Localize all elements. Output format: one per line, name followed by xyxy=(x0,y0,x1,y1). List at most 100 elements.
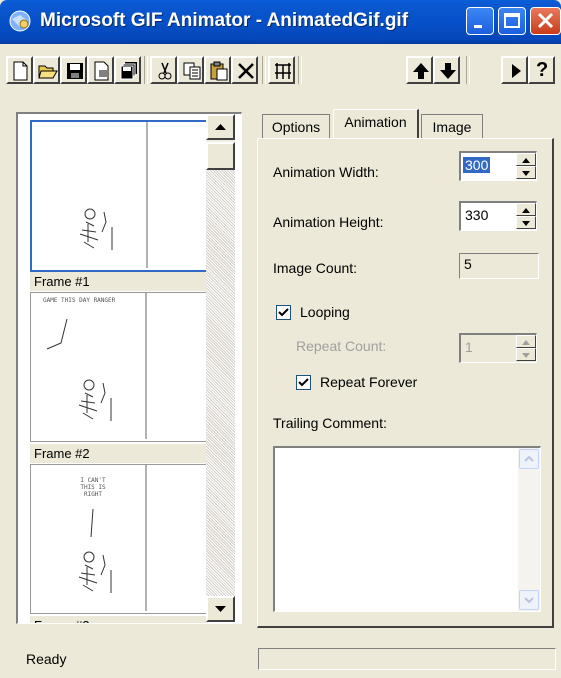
comment-scroll-up[interactable] xyxy=(519,449,539,469)
move-down-icon xyxy=(440,63,456,79)
paste-icon xyxy=(210,61,228,81)
trailing-comment-label: Trailing Comment: xyxy=(273,415,387,431)
tab-animation[interactable]: Animation xyxy=(333,109,419,138)
new-button[interactable] xyxy=(6,56,33,84)
toolbar: ? xyxy=(0,46,561,106)
insert-button[interactable] xyxy=(87,56,114,84)
scroll-down-button[interactable] xyxy=(206,596,235,622)
frame-banner-text: GAME THIS DAY RANGER xyxy=(43,297,116,304)
toolbar-separator xyxy=(298,56,302,84)
frame-label: Frame #1 xyxy=(30,272,208,291)
title-bar[interactable]: Microsoft GIF Animator - AnimatedGif.gif xyxy=(0,0,561,44)
looping-checkbox[interactable] xyxy=(276,305,291,320)
minimize-button[interactable] xyxy=(466,7,494,35)
animation-width-label: Animation Width: xyxy=(273,164,379,180)
cut-button[interactable] xyxy=(150,56,177,84)
toolbar-separator xyxy=(262,56,266,84)
maximize-icon xyxy=(504,13,520,28)
status-pane xyxy=(258,648,556,670)
scroll-thumb[interactable] xyxy=(206,142,235,170)
width-spin-arrows[interactable] xyxy=(516,153,536,179)
copy-button[interactable] xyxy=(177,56,204,84)
looping-label: Looping xyxy=(300,304,350,320)
move-down-button[interactable] xyxy=(433,56,460,84)
spin-up-icon xyxy=(522,158,530,163)
animation-height-value[interactable]: 330 xyxy=(463,207,490,223)
width-spin-down[interactable] xyxy=(516,166,536,179)
select-all-icon xyxy=(275,63,291,79)
save-icon xyxy=(67,63,83,79)
help-button[interactable]: ? xyxy=(528,56,555,84)
select-all-button[interactable] xyxy=(268,56,295,84)
spin-up-icon xyxy=(522,340,530,345)
height-spin-up[interactable] xyxy=(516,203,536,216)
frame-label: Frame #2 xyxy=(30,444,208,463)
tab-image[interactable]: Image xyxy=(421,114,483,138)
delete-button[interactable] xyxy=(231,56,258,84)
open-button[interactable] xyxy=(33,56,60,84)
paste-button[interactable] xyxy=(204,56,231,84)
copy-icon xyxy=(183,62,201,80)
repeat-forever-checkbox[interactable] xyxy=(296,375,311,390)
scroll-up-button[interactable] xyxy=(206,114,235,140)
stick-figure-icon xyxy=(46,293,147,439)
frame-thumbnail: I CAN'T THIS IS RIGHT xyxy=(30,464,210,614)
comment-scrollbar[interactable] xyxy=(518,448,540,611)
width-spin-up[interactable] xyxy=(516,153,536,166)
repeat-count-value: 1 xyxy=(465,339,473,355)
cut-icon xyxy=(158,62,172,80)
arrow-up-icon xyxy=(215,124,226,130)
move-up-button[interactable] xyxy=(406,56,433,84)
repeat-spin-down xyxy=(516,348,536,361)
height-spin-arrows[interactable] xyxy=(516,203,536,229)
checkmark-icon xyxy=(298,378,309,387)
repeat-count-stepper: 1 xyxy=(459,333,537,363)
trailing-comment-input[interactable] xyxy=(273,446,541,612)
animation-width-value[interactable]: 300 xyxy=(463,157,491,173)
preview-button[interactable] xyxy=(501,56,528,84)
insert-icon xyxy=(94,61,109,81)
animation-height-stepper[interactable]: 330 xyxy=(459,201,537,231)
spin-up-icon xyxy=(522,208,530,213)
image-count-label: Image Count: xyxy=(273,260,358,276)
animation-panel: Animation Width: 300 Animation Height: 3… xyxy=(257,138,554,628)
scroll-track[interactable] xyxy=(206,170,235,598)
image-count-value: 5 xyxy=(459,253,539,279)
spin-down-icon xyxy=(522,171,530,176)
maximize-button[interactable] xyxy=(498,7,526,35)
open-icon xyxy=(38,65,58,79)
arrow-down-icon xyxy=(524,597,534,604)
save-as-icon xyxy=(120,62,137,80)
new-icon xyxy=(13,61,28,81)
height-spin-down[interactable] xyxy=(516,216,536,229)
repeat-count-label: Repeat Count: xyxy=(296,338,387,354)
repeat-spin-arrows xyxy=(516,335,536,361)
spin-down-icon xyxy=(522,221,530,226)
toolbar-separator xyxy=(144,56,148,84)
help-icon: ? xyxy=(536,59,549,81)
arrow-up-icon xyxy=(524,455,534,462)
spin-down-icon xyxy=(522,353,530,358)
animation-height-label: Animation Height: xyxy=(273,214,384,230)
frame-list-scrollbar[interactable] xyxy=(206,114,235,622)
close-button[interactable] xyxy=(530,7,561,35)
app-window: Microsoft GIF Animator - AnimatedGif.gif xyxy=(0,0,561,678)
arrow-down-icon xyxy=(215,606,226,612)
save-button[interactable] xyxy=(60,56,87,84)
status-bar: Ready xyxy=(0,642,561,678)
repeat-spin-up xyxy=(516,335,536,348)
toolbar-separator xyxy=(466,56,470,84)
animation-width-stepper[interactable]: 300 xyxy=(459,151,537,181)
close-icon xyxy=(537,12,554,29)
move-up-icon xyxy=(413,63,429,79)
comment-scroll-down[interactable] xyxy=(519,590,539,610)
status-text: Ready xyxy=(26,651,67,667)
preview-icon xyxy=(512,64,521,78)
stick-figure-icon xyxy=(78,465,147,611)
save-as-button[interactable] xyxy=(114,56,141,84)
repeat-forever-label: Repeat Forever xyxy=(320,374,418,390)
frame-label: Frame #3 xyxy=(30,616,208,623)
tab-options[interactable]: Options xyxy=(262,114,330,138)
frame-banner-text: I CAN'T THIS IS RIGHT xyxy=(80,477,106,498)
frame-thumbnail: GAME THIS DAY RANGER xyxy=(30,292,210,442)
